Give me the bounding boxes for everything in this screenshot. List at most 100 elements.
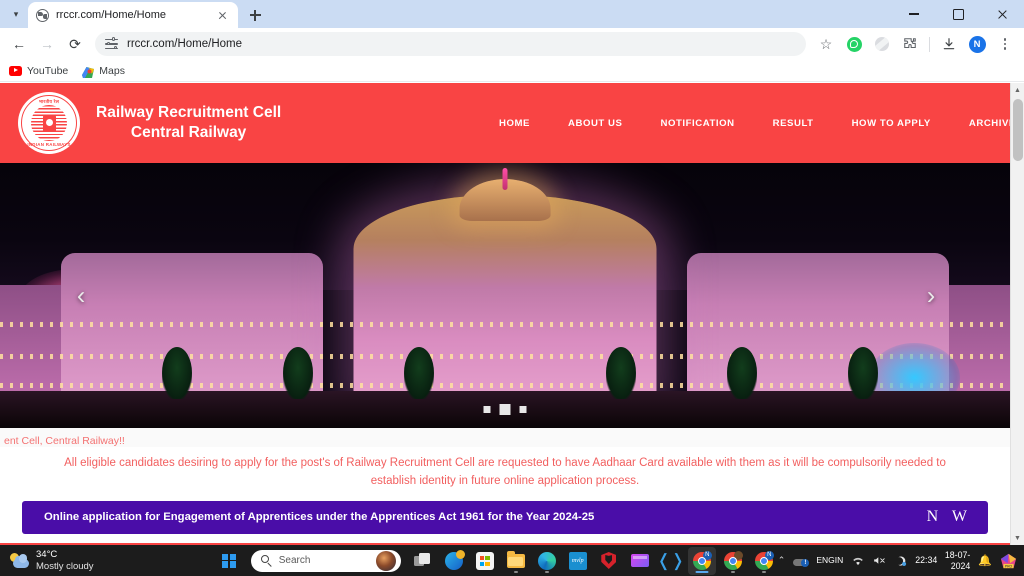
close-icon[interactable] (215, 8, 230, 23)
windows-start-icon[interactable] (215, 547, 243, 575)
scroll-down-icon[interactable]: ▼ (1011, 531, 1024, 545)
scroll-up-icon[interactable]: ▲ (1011, 83, 1024, 97)
language-indicator[interactable]: ENG IN (816, 555, 843, 565)
bookmark-youtube[interactable]: YouTube (9, 65, 68, 77)
forward-arrow-icon[interactable]: → (34, 31, 60, 57)
taskbar-app-file-explorer[interactable] (502, 547, 530, 575)
page-title: Railway Recruitment Cell Central Railway (96, 103, 281, 144)
mcafee-icon (601, 552, 617, 569)
reload-icon[interactable]: ⟳ (62, 31, 88, 57)
carousel-next-button[interactable]: › (918, 283, 944, 308)
scrollbar-thumb[interactable] (1013, 99, 1023, 161)
nav-item-notification[interactable]: NOTIFICATION (642, 118, 754, 129)
nav-item-result[interactable]: RESULT (754, 118, 833, 129)
taskbar-app-mcafee[interactable] (595, 547, 623, 575)
taskbar-app-task-view[interactable] (409, 547, 437, 575)
download-icon[interactable] (936, 31, 962, 57)
carousel-indicators (483, 404, 527, 415)
carousel-prev-button[interactable]: ‹ (68, 283, 94, 308)
banner-text: Online application for Engagement of App… (44, 511, 595, 524)
taskbar-app-vscode[interactable]: ❬❭ (656, 547, 686, 575)
new-badge: N W (926, 508, 972, 526)
bookmark-maps[interactable]: Maps (82, 65, 125, 78)
weather-widget[interactable]: 34°C Mostly cloudy (0, 549, 215, 573)
carousel-slide-image (0, 163, 1010, 428)
nav-item-how-to-apply[interactable]: HOW TO APPLY (833, 118, 950, 129)
carousel-dot-2[interactable] (499, 404, 511, 415)
new-tab-button[interactable] (242, 2, 268, 28)
puzzle-extensions-icon[interactable] (897, 31, 923, 57)
language-line2: IN (834, 555, 844, 566)
main-navigation: HOME ABOUT US NOTIFICATION RESULT HOW TO… (480, 83, 1024, 163)
close-icon[interactable] (980, 0, 1024, 28)
chevron-up-icon[interactable]: ⌃ (778, 555, 786, 566)
profile-initial: N (968, 35, 986, 53)
taskbar-app-clipchamp[interactable] (626, 547, 654, 575)
toolbar-divider (929, 36, 930, 52)
clipchamp-icon (630, 554, 649, 567)
browser-tab[interactable]: rrccr.com/Home/Home (28, 2, 238, 28)
mvlp-app-icon: mvlp (568, 551, 587, 570)
globe-icon (36, 8, 49, 22)
browser-toolbar: ← → ⟳ rrccr.com/Home/Home ☆ N (0, 28, 1024, 60)
kebab-menu-icon[interactable] (992, 31, 1018, 57)
svg-text:PRO: PRO (1005, 564, 1013, 568)
back-arrow-icon[interactable]: ← (6, 31, 32, 57)
avatar[interactable]: N (964, 31, 990, 57)
address-bar[interactable]: rrccr.com/Home/Home (95, 32, 806, 56)
weather-temperature: 34°C (36, 548, 58, 560)
tune-icon[interactable] (105, 37, 118, 50)
taskbar-app-microsoft-edge[interactable] (533, 547, 561, 575)
url-text: rrccr.com/Home/Home (127, 38, 243, 50)
site-title-line2: Central Railway (130, 124, 247, 141)
search-input[interactable]: Search (250, 549, 401, 572)
user-avatar[interactable] (375, 550, 396, 571)
system-tray: ⌃ ! ENG IN 22:34 18-07-2024 🔔 PRO (778, 550, 1024, 571)
battery-saver-icon[interactable] (894, 555, 907, 567)
site-title-line1: Railway Recruitment Cell (96, 103, 282, 121)
google-chrome-icon (723, 550, 743, 570)
volume-muted-icon[interactable] (873, 555, 886, 566)
weather-condition: Mostly cloudy (36, 560, 94, 572)
star-icon[interactable]: ☆ (813, 31, 839, 57)
maximize-icon[interactable] (936, 0, 980, 28)
carousel-dot-1[interactable] (483, 406, 491, 413)
minimize-icon[interactable] (892, 0, 936, 28)
taskbar-apps: mvlp ❬❭ N N (409, 546, 778, 575)
search-icon (260, 555, 272, 566)
task-view-icon (413, 552, 432, 570)
taskbar-app-copilot[interactable] (440, 547, 468, 575)
site-header: भारतीय रेल INDIAN RAILWAYS Railway Recru… (0, 83, 1022, 163)
clock-date: 18-07-2024 (944, 549, 971, 571)
marquee-text: ent Cell, Central Railway!! (4, 435, 125, 447)
windows-taskbar: 34°C Mostly cloudy Search mvlp ❬❭ N N ⌃ … (0, 545, 1024, 576)
taskbar-app-mvlp[interactable]: mvlp (564, 547, 592, 575)
taskbar-app-chrome-3[interactable]: N (750, 547, 778, 575)
inactive-extension-icon[interactable] (869, 31, 895, 57)
banner-row: Online application for Engagement of App… (0, 500, 1010, 534)
taskbar-center: Search mvlp ❬❭ N N (215, 546, 778, 575)
tab-search-button[interactable]: ▾ (4, 2, 28, 26)
hero-carousel[interactable]: ‹ › (0, 163, 1010, 428)
pro-app-icon[interactable]: PRO (1000, 553, 1017, 569)
wifi-icon[interactable] (851, 555, 865, 566)
whatsapp-extension-icon[interactable] (841, 31, 867, 57)
visual-studio-code-icon: ❬❭ (656, 551, 686, 570)
indian-railways-emblem: भारतीय रेल INDIAN RAILWAYS (18, 92, 80, 154)
onedrive-icon[interactable]: ! (793, 555, 810, 567)
tab-title: rrccr.com/Home/Home (56, 9, 167, 21)
emblem-bottom-text: INDIAN RAILWAYS (27, 142, 71, 147)
nav-item-home[interactable]: HOME (480, 118, 549, 129)
apprentices-banner[interactable]: Online application for Engagement of App… (22, 500, 988, 534)
taskbar-app-chrome[interactable]: N (687, 546, 716, 575)
bell-icon[interactable]: 🔔 (978, 554, 992, 567)
copilot-icon (444, 549, 465, 570)
taskbar-app-microsoft-store[interactable] (471, 547, 499, 575)
taskbar-app-chrome-2[interactable] (719, 547, 747, 575)
page-scrollbar[interactable]: ▲ ▼ (1010, 83, 1024, 545)
aadhaar-notice: All eligible candidates desiring to appl… (64, 457, 946, 487)
microsoft-edge-icon (537, 551, 556, 570)
carousel-dot-3[interactable] (519, 406, 527, 413)
clock[interactable]: 22:34 18-07-2024 (915, 550, 970, 571)
nav-item-about-us[interactable]: ABOUT US (549, 118, 642, 129)
